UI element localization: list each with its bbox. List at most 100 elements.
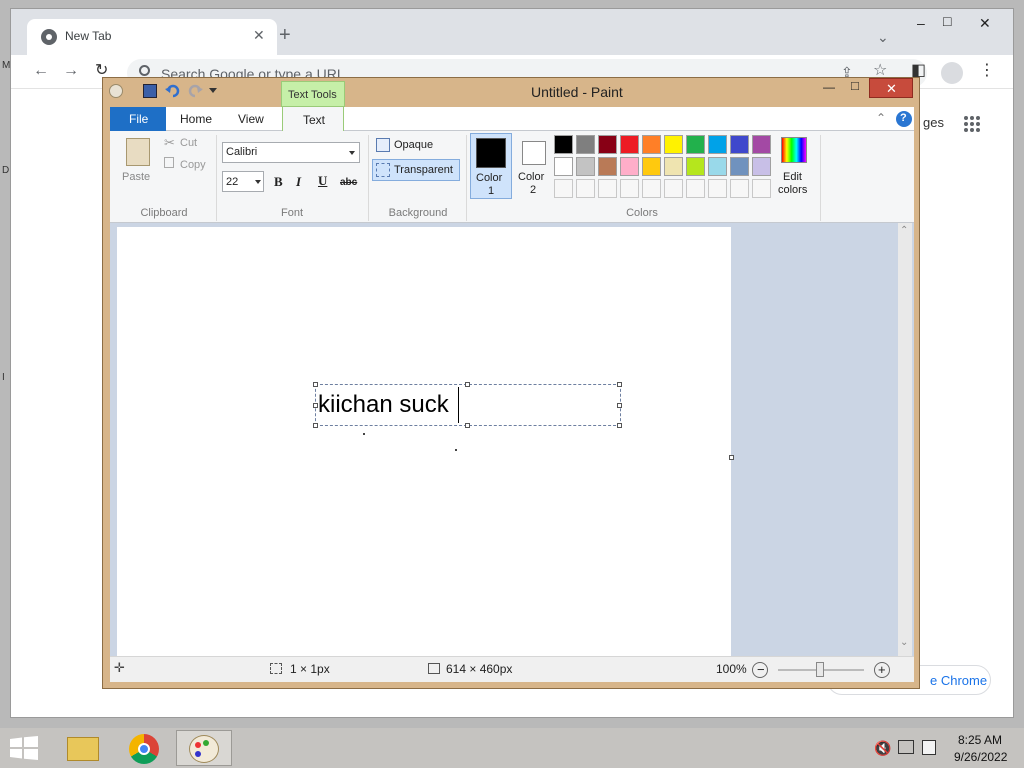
custom-color-slot[interactable] — [620, 179, 639, 198]
forward-icon[interactable]: → — [63, 63, 79, 79]
save-icon[interactable] — [143, 84, 157, 98]
chrome-maximize-button[interactable]: □ — [943, 13, 951, 29]
palette-color-swatch[interactable] — [576, 157, 595, 176]
action-center-icon[interactable] — [922, 740, 936, 755]
tab-home[interactable]: Home — [180, 112, 212, 126]
custom-color-slot[interactable] — [730, 179, 749, 198]
chrome-taskbar-button[interactable] — [116, 730, 172, 766]
palette-color-swatch[interactable] — [598, 157, 617, 176]
tab-view[interactable]: View — [238, 112, 264, 126]
resize-handle[interactable] — [465, 382, 470, 387]
palette-color-swatch[interactable] — [642, 135, 661, 154]
resize-handle[interactable] — [465, 423, 470, 428]
zoom-in-button[interactable]: + — [874, 662, 890, 678]
custom-color-slot[interactable] — [642, 179, 661, 198]
palette-color-swatch[interactable] — [620, 157, 639, 176]
scroll-up-icon[interactable]: ⌃ — [900, 225, 908, 236]
palette-color-swatch[interactable] — [664, 157, 683, 176]
tab-file[interactable]: File — [110, 107, 166, 131]
font-family-select[interactable]: Calibri — [222, 142, 360, 163]
text-box[interactable]: kiichan suck — [315, 384, 621, 426]
palette-color-swatch[interactable] — [730, 157, 749, 176]
zoom-out-button[interactable]: − — [752, 662, 768, 678]
desktop-icon-fragment: D — [2, 165, 10, 176]
palette-color-swatch[interactable] — [642, 157, 661, 176]
network-icon[interactable] — [898, 740, 914, 754]
back-icon[interactable]: ← — [33, 63, 49, 79]
scroll-down-icon[interactable]: ⌄ — [900, 637, 908, 648]
palette-color-swatch[interactable] — [752, 157, 771, 176]
palette-color-swatch[interactable] — [686, 157, 705, 176]
close-tab-icon[interactable]: ✕ — [253, 27, 265, 44]
underline-button[interactable]: U — [318, 173, 327, 189]
file-explorer-taskbar-button[interactable] — [56, 730, 112, 766]
collapse-ribbon-icon[interactable]: ⌃ — [876, 111, 886, 125]
palette-color-swatch[interactable] — [598, 135, 617, 154]
undo-icon[interactable] — [165, 84, 181, 98]
profile-avatar-icon[interactable] — [941, 62, 963, 84]
paint-maximize-button[interactable]: □ — [851, 78, 859, 93]
help-icon[interactable]: ? — [896, 111, 912, 127]
palette-color-swatch[interactable] — [554, 135, 573, 154]
bold-button[interactable]: B — [274, 174, 283, 190]
clock-time[interactable]: 8:25 AM — [958, 733, 1002, 747]
color2-button[interactable]: Color 2 — [514, 133, 554, 199]
paint-app-icon[interactable] — [109, 84, 123, 98]
new-tab-button[interactable]: + — [279, 25, 291, 45]
images-link[interactable]: ges — [923, 115, 944, 130]
strikethrough-button[interactable]: abc — [340, 177, 357, 188]
palette-color-swatch[interactable] — [576, 135, 595, 154]
chrome-menu-icon[interactable]: ⋮ — [979, 63, 995, 79]
clock-date[interactable]: 9/26/2022 — [954, 750, 1007, 764]
custom-color-slot[interactable] — [598, 179, 617, 198]
zoom-slider-thumb[interactable] — [816, 662, 824, 677]
palette-color-swatch[interactable] — [620, 135, 639, 154]
resize-handle[interactable] — [313, 382, 318, 387]
edit-colors-button[interactable]: Edit colors — [776, 133, 812, 199]
palette-color-swatch[interactable] — [708, 135, 727, 154]
tab-text[interactable]: Text — [282, 106, 344, 132]
paint-minimize-button[interactable]: — — [823, 80, 835, 94]
resize-handle[interactable] — [313, 403, 318, 408]
transparent-button[interactable]: Transparent — [372, 159, 460, 181]
customize-quick-access-icon[interactable] — [209, 88, 217, 93]
canvas-resize-handle[interactable] — [729, 455, 734, 460]
custom-color-slot[interactable] — [554, 179, 573, 198]
palette-color-swatch[interactable] — [554, 157, 573, 176]
paint-taskbar-button[interactable] — [176, 730, 232, 766]
font-size-select[interactable]: 22 — [222, 171, 264, 192]
custom-color-slot[interactable] — [752, 179, 771, 198]
italic-button[interactable]: I — [296, 174, 301, 190]
custom-color-slot[interactable] — [686, 179, 705, 198]
palette-color-swatch[interactable] — [752, 135, 771, 154]
color1-button[interactable]: Color 1 — [470, 133, 512, 199]
canvas-text: kiichan suck — [318, 391, 449, 418]
opaque-button[interactable]: Opaque — [374, 136, 460, 156]
vertical-scrollbar[interactable]: ⌃ ⌄ — [898, 223, 912, 656]
palette-color-swatch[interactable] — [708, 157, 727, 176]
chrome-minimize-button[interactable]: – — [917, 15, 925, 31]
paint-close-button[interactable]: ✕ — [869, 78, 913, 98]
resize-handle[interactable] — [617, 423, 622, 428]
palette-color-swatch[interactable] — [664, 135, 683, 154]
resize-handle[interactable] — [617, 403, 622, 408]
chrome-tab-new-tab[interactable]: New Tab ✕ — [27, 19, 277, 55]
palette-color-swatch[interactable] — [730, 135, 749, 154]
volume-muted-icon[interactable]: 🔇 — [874, 740, 891, 757]
chrome-close-button[interactable]: ✕ — [979, 15, 991, 31]
cut-button[interactable]: Cut — [180, 137, 197, 149]
paste-button[interactable]: Paste — [118, 135, 158, 187]
start-button[interactable] — [10, 736, 38, 760]
palette-color-swatch[interactable] — [686, 135, 705, 154]
tab-search-icon[interactable]: ⌄ — [877, 29, 889, 45]
custom-color-slot[interactable] — [664, 179, 683, 198]
google-apps-icon[interactable] — [963, 115, 981, 133]
resize-handle[interactable] — [617, 382, 622, 387]
drawing-canvas[interactable]: kiichan suck — [117, 227, 731, 659]
custom-color-slot[interactable] — [576, 179, 595, 198]
custom-color-slot[interactable] — [708, 179, 727, 198]
palette-dot — [203, 740, 209, 746]
copy-button[interactable]: Copy — [180, 159, 206, 171]
resize-handle[interactable] — [313, 423, 318, 428]
desktop-icon-fragment: I — [2, 372, 5, 383]
